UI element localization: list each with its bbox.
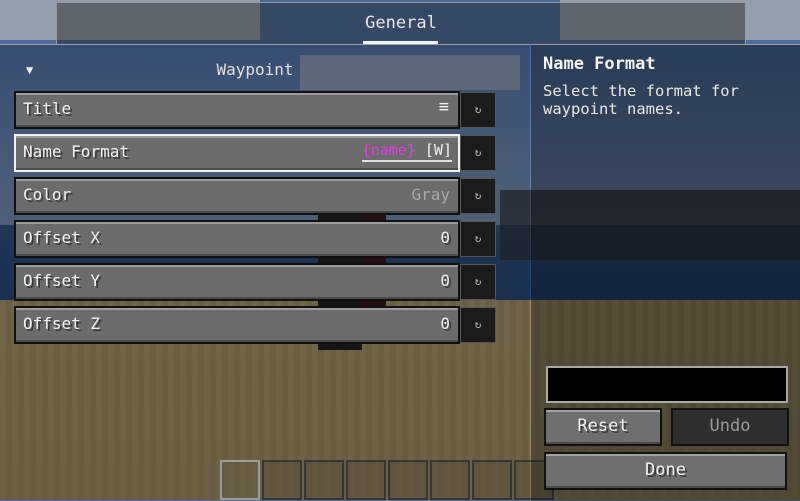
option-row-name-format: Name Format {name} [W] ↻ <box>14 134 496 172</box>
tab-bar: General <box>56 2 746 44</box>
option-row-color: Color Gray ↻ <box>14 177 496 215</box>
name-format-value[interactable]: {name} [W] <box>361 141 452 162</box>
info-title: Name Format <box>543 54 656 74</box>
name-placeholder-token: {name} <box>361 141 416 159</box>
offset-z-value: 0 <box>440 314 450 333</box>
reset-option-button[interactable]: ↻ <box>460 221 496 257</box>
option-label: Name Format <box>23 142 129 161</box>
option-label: Offset Z <box>23 314 101 333</box>
reset-option-button[interactable]: ↻ <box>460 178 496 214</box>
reset-arrow-icon: ↻ <box>474 232 482 245</box>
reset-arrow-icon: ↻ <box>474 318 482 331</box>
reset-option-button[interactable]: ↻ <box>460 264 496 300</box>
reset-arrow-icon: ↻ <box>474 275 482 288</box>
option-info-panel: Name Format Select the format for waypoi… <box>531 44 800 501</box>
options-list-panel: ▼ Waypoint Title ≡ ↻ Name Format {name} … <box>0 44 530 501</box>
reset-button[interactable]: Reset <box>544 408 662 446</box>
offset-x-value: 0 <box>440 228 450 247</box>
reset-arrow-icon: ↻ <box>474 103 482 116</box>
color-field[interactable]: Color Gray <box>14 177 460 215</box>
tab-general[interactable]: General <box>57 13 745 33</box>
undo-button[interactable]: Undo <box>671 408 789 446</box>
name-format-field[interactable]: Name Format {name} [W] <box>14 134 460 172</box>
menu-icon: ≡ <box>438 97 449 117</box>
reset-arrow-icon: ↻ <box>474 189 482 202</box>
reset-option-button[interactable]: ↻ <box>460 307 496 343</box>
reset-option-button[interactable]: ↻ <box>460 135 496 171</box>
option-label: Offset X <box>23 228 101 247</box>
info-description: Select the format for waypoint names. <box>543 82 739 118</box>
edit-text-field[interactable] <box>546 366 788 403</box>
option-label: Title <box>23 99 72 118</box>
offset-y-value: 0 <box>440 271 450 290</box>
title-field[interactable]: Title ≡ <box>14 91 460 129</box>
option-row-title: Title ≡ ↻ <box>14 91 496 129</box>
offset-z-field[interactable]: Offset Z 0 <box>14 306 460 344</box>
color-value: Gray <box>411 185 450 204</box>
offset-x-field[interactable]: Offset X 0 <box>14 220 460 258</box>
option-row-offset-z: Offset Z 0 ↻ <box>14 306 496 344</box>
done-button[interactable]: Done <box>544 452 787 490</box>
reset-option-button[interactable]: ↻ <box>460 92 496 128</box>
reset-arrow-icon: ↻ <box>474 146 482 159</box>
option-row-offset-x: Offset X 0 ↻ <box>14 220 496 258</box>
option-row-offset-y: Offset Y 0 ↻ <box>14 263 496 301</box>
name-format-suffix: [W] <box>415 141 452 159</box>
option-label: Offset Y <box>23 271 101 290</box>
group-title: Waypoint <box>216 60 294 79</box>
option-label: Color <box>23 185 72 204</box>
group-header-waypoint[interactable]: ▼ Waypoint <box>0 59 530 81</box>
offset-y-field[interactable]: Offset Y 0 <box>14 263 460 301</box>
